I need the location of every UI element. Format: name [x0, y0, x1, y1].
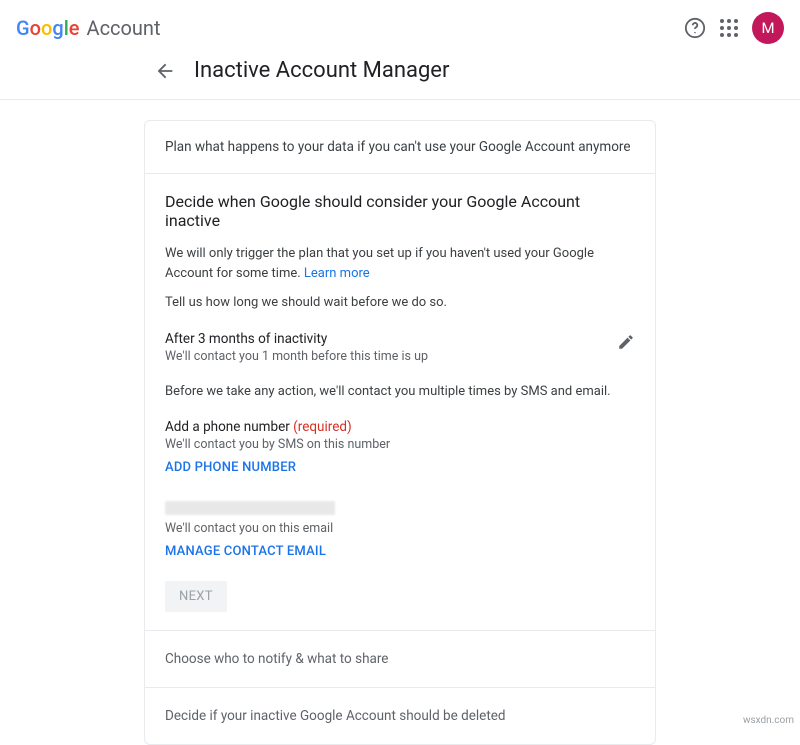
apps-icon[interactable]	[720, 19, 738, 37]
phone-label: Add a phone number (required)	[165, 419, 635, 435]
email-block: We'll contact you on this email MANAGE C…	[165, 501, 635, 559]
back-arrow-icon[interactable]	[154, 60, 176, 82]
email-address-redacted	[165, 501, 335, 515]
learn-more-link[interactable]: Learn more	[304, 266, 370, 281]
avatar-letter: M	[761, 19, 774, 37]
divider	[0, 99, 800, 100]
section-body: We will only trigger the plan that you s…	[165, 244, 635, 283]
phone-sub: We'll contact you by SMS on this number	[165, 437, 635, 452]
card-intro: Plan what happens to your data if you ca…	[145, 121, 655, 174]
phone-label-text: Add a phone number	[165, 419, 293, 435]
required-tag: (required)	[293, 419, 352, 435]
page-title-row: Inactive Account Manager	[0, 56, 800, 99]
google-account-logo[interactable]: Google Account	[16, 16, 161, 40]
page-title: Inactive Account Manager	[194, 58, 449, 83]
topbar-actions: M	[684, 12, 784, 44]
section-delete-collapsed[interactable]: Decide if your inactive Google Account s…	[145, 688, 655, 744]
section-notify-collapsed[interactable]: Choose who to notify & what to share	[145, 631, 655, 688]
watermark: wsxdn.com	[743, 715, 794, 726]
add-phone-button[interactable]: ADD PHONE NUMBER	[165, 460, 296, 475]
settings-card: Plan what happens to your data if you ca…	[144, 120, 656, 745]
manage-email-button[interactable]: MANAGE CONTACT EMAIL	[165, 544, 326, 559]
email-sub: We'll contact you on this email	[165, 521, 635, 536]
section-inactivity: Decide when Google should consider your …	[145, 174, 655, 631]
body-text-1: We will only trigger the plan that you s…	[165, 246, 594, 281]
edit-icon[interactable]	[617, 333, 635, 351]
inactivity-duration-title: After 3 months of inactivity	[165, 331, 428, 347]
avatar[interactable]: M	[752, 12, 784, 44]
top-bar: Google Account M	[0, 0, 800, 56]
section-title: Decide when Google should consider your …	[165, 192, 635, 230]
brand-account-label: Account	[87, 16, 161, 40]
inactivity-setting-row: After 3 months of inactivity We'll conta…	[165, 331, 635, 364]
phone-block: Add a phone number (required) We'll cont…	[165, 419, 635, 475]
help-icon[interactable]	[684, 17, 706, 39]
inactivity-duration-sub: We'll contact you 1 month before this ti…	[165, 349, 428, 364]
contact-note: Before we take any action, we'll contact…	[165, 382, 635, 402]
next-button[interactable]: NEXT	[165, 581, 227, 612]
body-text-2: Tell us how long we should wait before w…	[165, 293, 635, 313]
